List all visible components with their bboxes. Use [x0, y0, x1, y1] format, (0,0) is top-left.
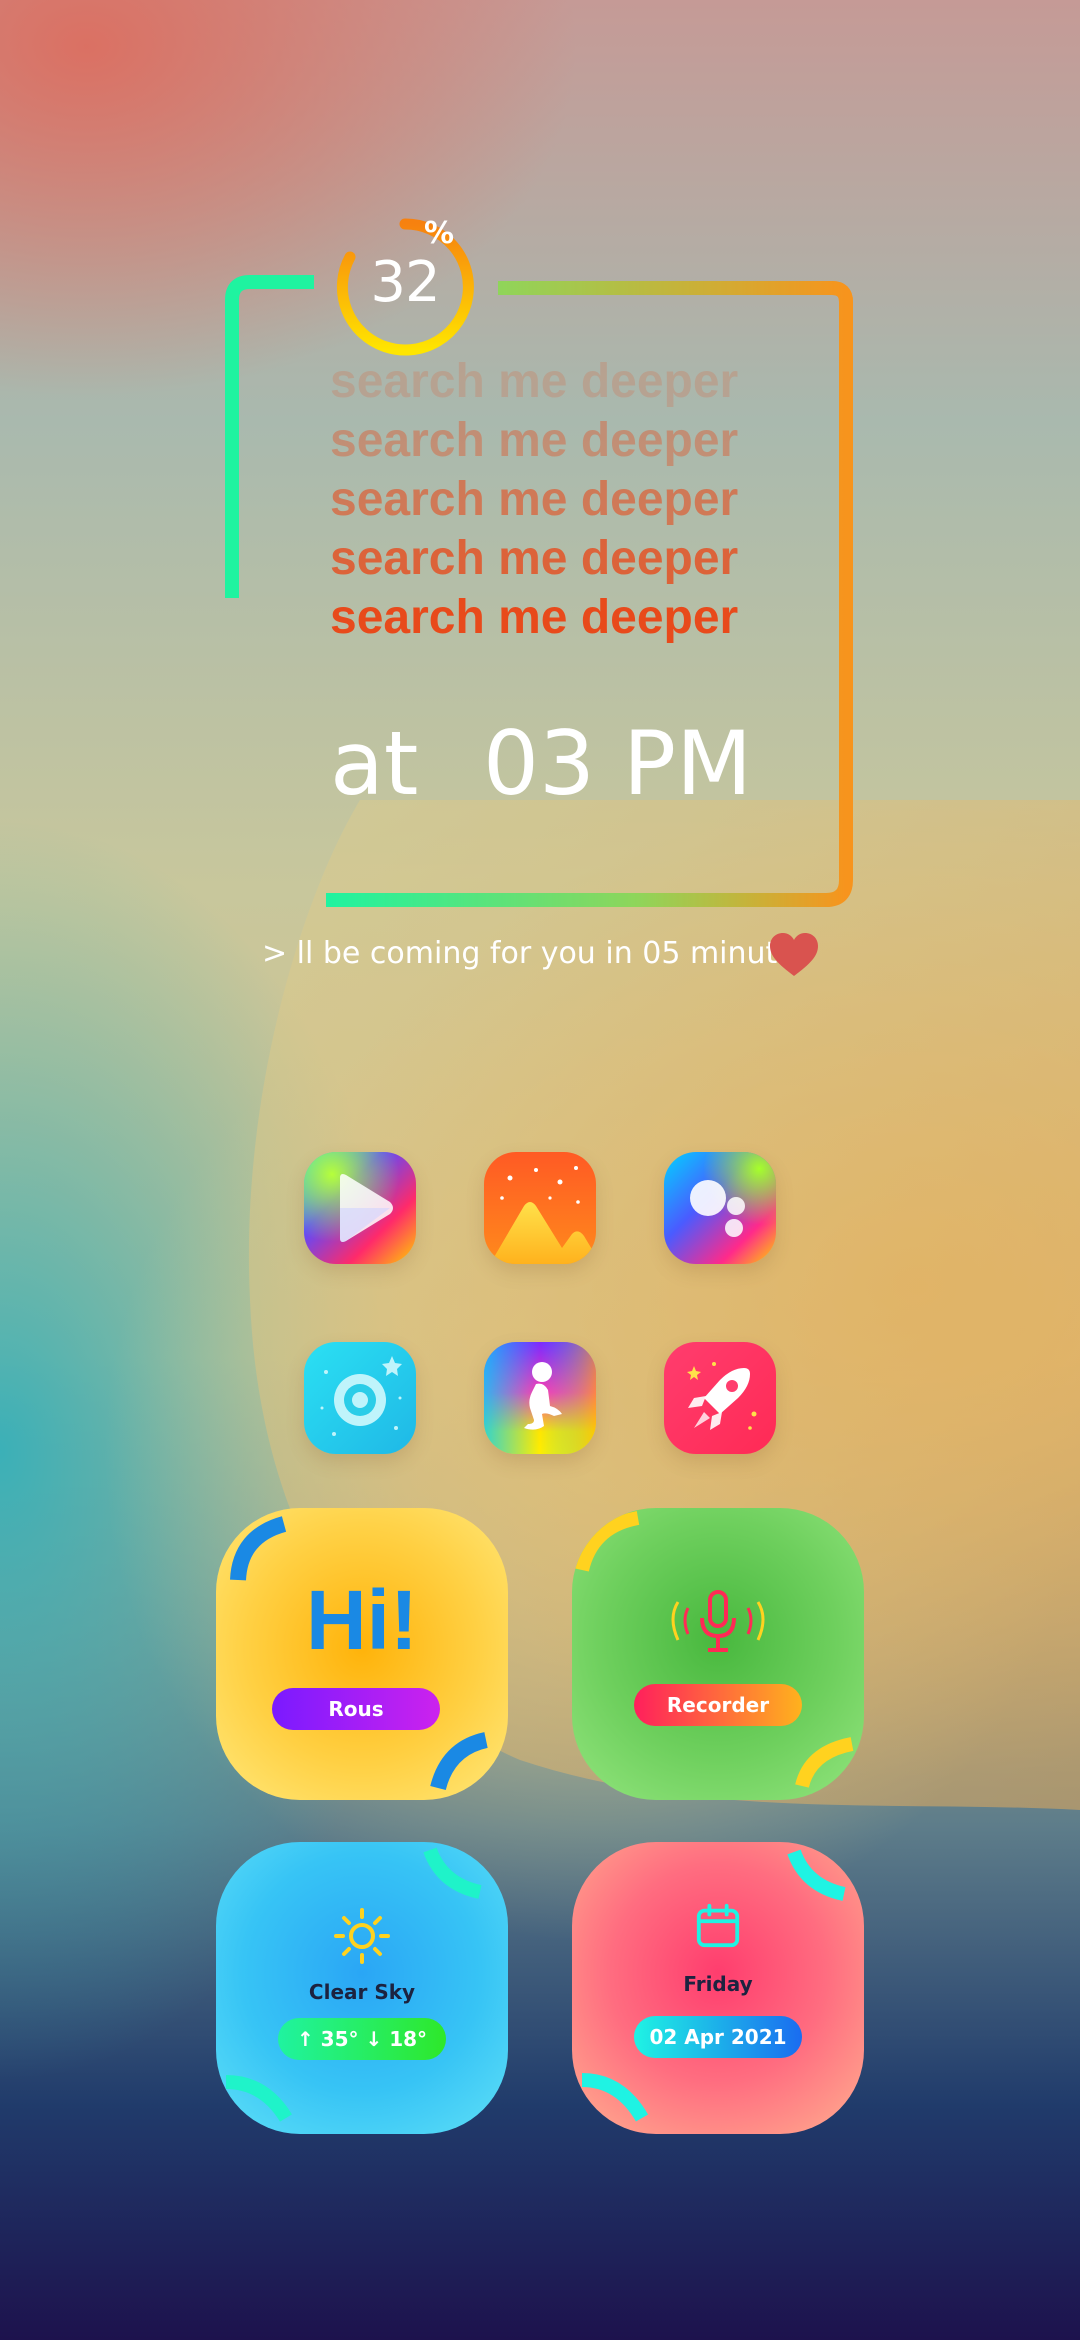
calendar-date-badge: 02 Apr 2021 [634, 2016, 802, 2058]
weather-condition: Clear Sky [308, 1980, 416, 2004]
app-launcher[interactable] [664, 1342, 776, 1454]
greeting-widget[interactable]: Hi! Rous [216, 1508, 508, 1800]
battery-unit: % [424, 216, 455, 251]
person-icon [484, 1342, 596, 1454]
recorder-widget[interactable]: Recorder [572, 1508, 864, 1800]
calendar-widget[interactable]: Friday 02 Apr 2021 [572, 1842, 864, 2134]
app-gallery[interactable] [484, 1152, 596, 1264]
microphone-icon [671, 1590, 765, 1652]
phrase-line-1: search me deeper [330, 355, 739, 408]
status-message: > ll be coming for you in 05 minutes [262, 936, 812, 971]
time-prefix: at [330, 712, 419, 815]
phrase-line-3: search me deeper [330, 473, 739, 526]
app-meditation[interactable] [484, 1342, 596, 1454]
time-value: 03 PM [483, 712, 752, 815]
bubbles-icon [664, 1152, 776, 1264]
clock-time: at 03 PM [330, 712, 752, 822]
play-icon [304, 1152, 416, 1264]
rous-button[interactable]: Rous [272, 1688, 440, 1730]
phrase-line-5: search me deeper [330, 591, 739, 644]
greeting-text: Hi! [306, 1573, 418, 1667]
sun-icon [334, 1908, 390, 1964]
phrase-line-2: search me deeper [330, 414, 739, 467]
app-play-store[interactable] [304, 1152, 416, 1264]
app-camera[interactable] [304, 1342, 416, 1454]
mountains-icon [484, 1152, 596, 1264]
battery-percent: 32 [370, 250, 440, 315]
rocket-icon [664, 1342, 776, 1454]
calendar-day: Friday [683, 1972, 753, 1996]
calendar-icon [696, 1903, 740, 1948]
phrase-line-4: search me deeper [330, 532, 739, 585]
app-bubbles[interactable] [664, 1152, 776, 1264]
heart-icon[interactable] [768, 932, 820, 978]
target-icon [304, 1342, 416, 1454]
recorder-button[interactable]: Recorder [634, 1684, 802, 1726]
temperature-badge: ↑ 35° ↓ 18° [278, 2018, 446, 2060]
weather-widget[interactable]: Clear Sky ↑ 35° ↓ 18° [216, 1842, 508, 2134]
